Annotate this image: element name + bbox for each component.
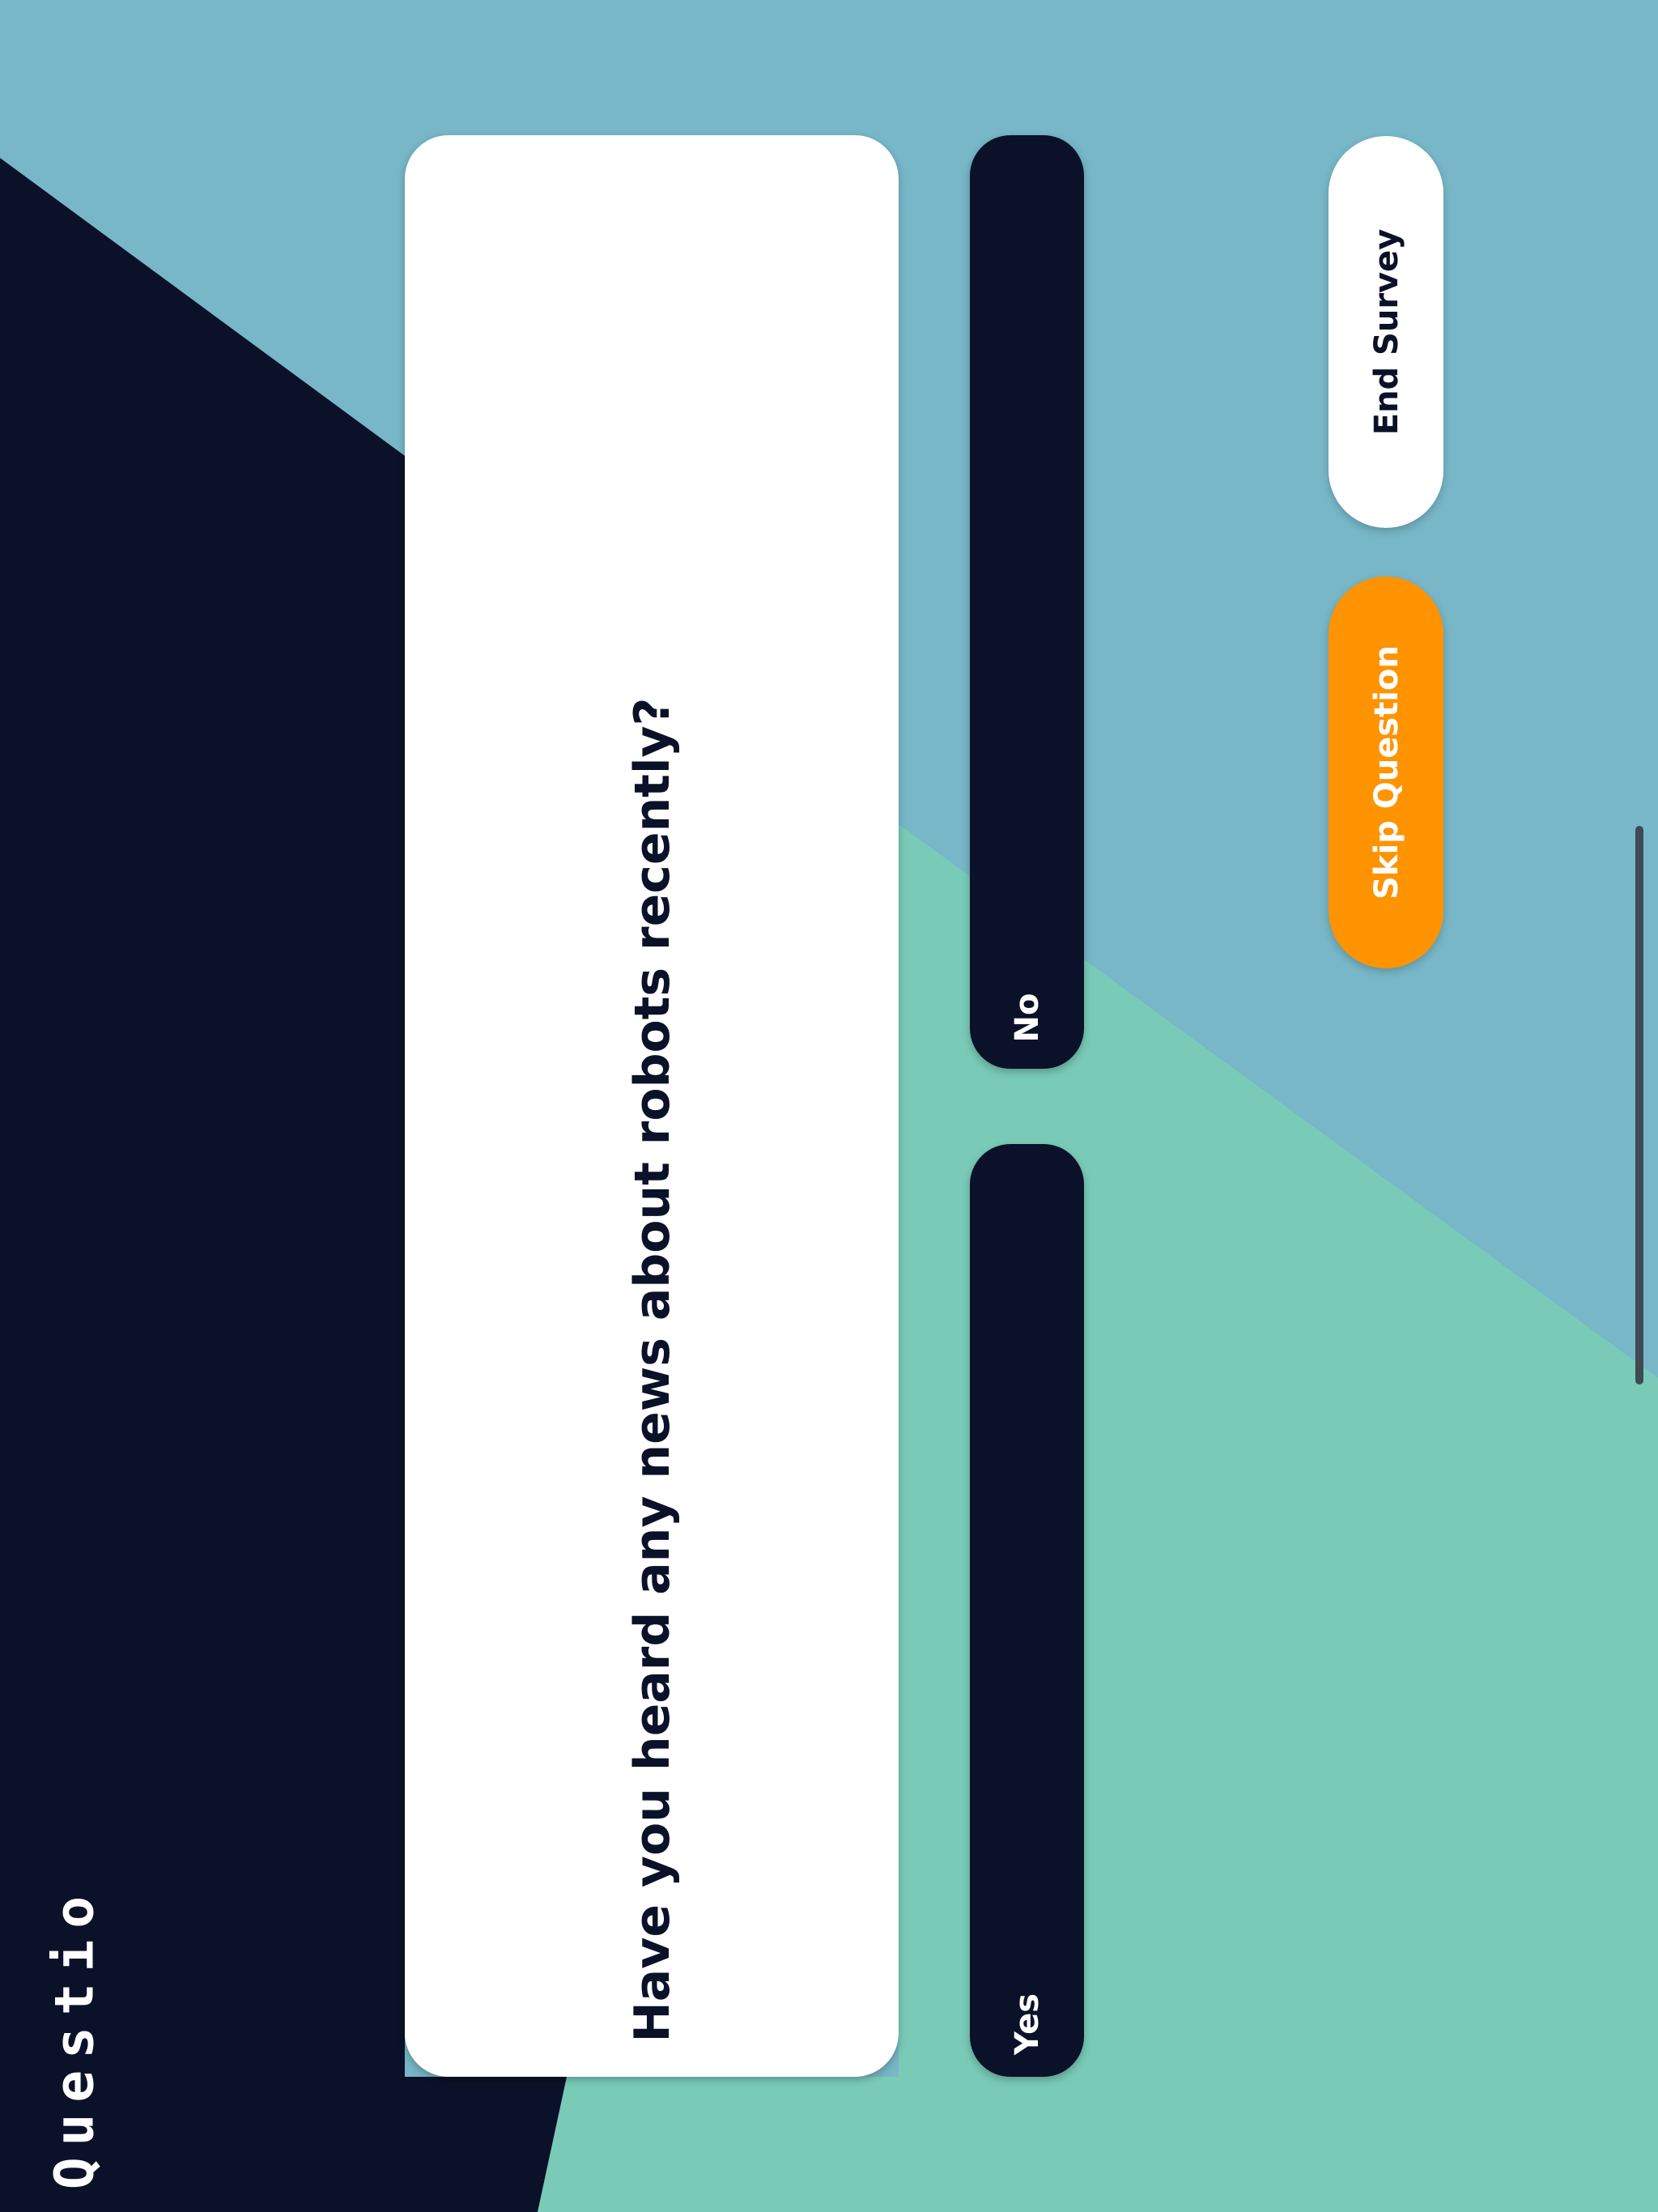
- question-text: Have you heard any news about robots rec…: [624, 697, 681, 2043]
- answer-yes-button[interactable]: [970, 1144, 1084, 2077]
- scrollbar[interactable]: [1635, 826, 1643, 1385]
- skip-question-label: Skip Question: [1368, 645, 1405, 900]
- answer-yes-label: Yes: [1009, 1993, 1046, 2056]
- end-survey-label: End Survey: [1368, 228, 1405, 436]
- answer-no-label: No: [1009, 993, 1046, 1043]
- answer-no-button[interactable]: [970, 135, 1084, 1069]
- brand-logo: Questio: [43, 1884, 106, 2190]
